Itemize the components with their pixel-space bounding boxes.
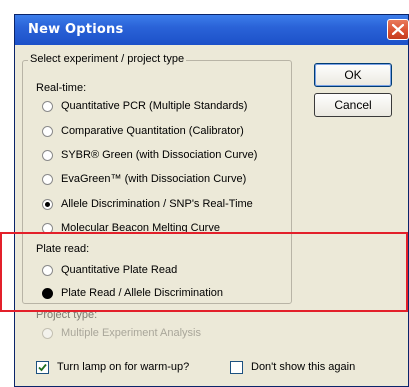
radio-plate-read-allele-discrimination[interactable]: Plate Read / Allele Discrimination <box>42 285 223 301</box>
radio-label: Quantitative Plate Read <box>61 264 178 276</box>
realtime-label: Real-time: <box>36 82 87 94</box>
radio-quantitative-plate-read[interactable]: Quantitative Plate Read <box>42 262 177 278</box>
radio-evagreen[interactable]: EvaGreen™ (with Dissociation Curve) <box>42 171 246 187</box>
dont-show-again-checkbox[interactable]: Don't show this again <box>230 359 355 375</box>
radio-button-selected[interactable] <box>42 287 53 299</box>
dialog-title: New Options <box>28 22 124 37</box>
radio-label: EvaGreen™ (with Dissociation Curve) <box>61 173 247 185</box>
ok-button[interactable]: OK <box>314 63 392 87</box>
plate-read-label: Plate read: <box>36 243 90 255</box>
radio-button[interactable] <box>42 264 53 276</box>
checkbox-label: Don't show this again <box>251 361 356 373</box>
radio-button-selected[interactable] <box>42 198 53 210</box>
radio-comparative-quantitation[interactable]: Comparative Quantitation (Calibrator) <box>42 123 244 139</box>
radio-label: Comparative Quantitation (Calibrator) <box>61 125 244 137</box>
radio-label: SYBR® Green (with Dissociation Curve) <box>61 149 258 161</box>
radio-allele-discrimination-realtime[interactable]: Allele Discrimination / SNP's Real-Time <box>42 196 253 212</box>
radio-label: Plate Read / Allele Discrimination <box>61 287 224 299</box>
close-icon <box>392 24 404 35</box>
radio-label: Molecular Beacon Melting Curve <box>61 222 220 234</box>
title-bar: New Options <box>15 15 409 45</box>
radio-label: Multiple Experiment Analysis <box>61 327 202 339</box>
radio-button[interactable] <box>42 100 53 112</box>
close-button[interactable] <box>387 19 409 40</box>
radio-label: Allele Discrimination / SNP's Real-Time <box>61 198 253 210</box>
project-type-label: Project type: <box>36 309 98 321</box>
checkbox-unchecked[interactable] <box>230 360 243 374</box>
radio-multiple-experiment-analysis[interactable]: Multiple Experiment Analysis <box>42 325 201 341</box>
radio-button[interactable] <box>42 173 53 185</box>
checkbox-label: Turn lamp on for warm-up? <box>57 361 190 373</box>
radio-molecular-beacon[interactable]: Molecular Beacon Melting Curve <box>42 220 220 236</box>
radio-button[interactable] <box>42 149 53 161</box>
radio-quantitative-pcr[interactable]: Quantitative PCR (Multiple Standards) <box>42 98 247 114</box>
group-legend: Select experiment / project type <box>28 53 187 65</box>
radio-button[interactable] <box>42 125 53 137</box>
radio-sybr-green[interactable]: SYBR® Green (with Dissociation Curve) <box>42 147 257 163</box>
checkbox-checked[interactable] <box>36 360 49 374</box>
radio-button[interactable] <box>42 222 53 234</box>
lamp-warmup-checkbox[interactable]: Turn lamp on for warm-up? <box>36 359 189 375</box>
radio-button-disabled[interactable] <box>42 327 53 339</box>
cancel-button[interactable]: Cancel <box>314 93 392 117</box>
check-icon <box>38 363 47 371</box>
radio-label: Quantitative PCR (Multiple Standards) <box>61 100 248 112</box>
